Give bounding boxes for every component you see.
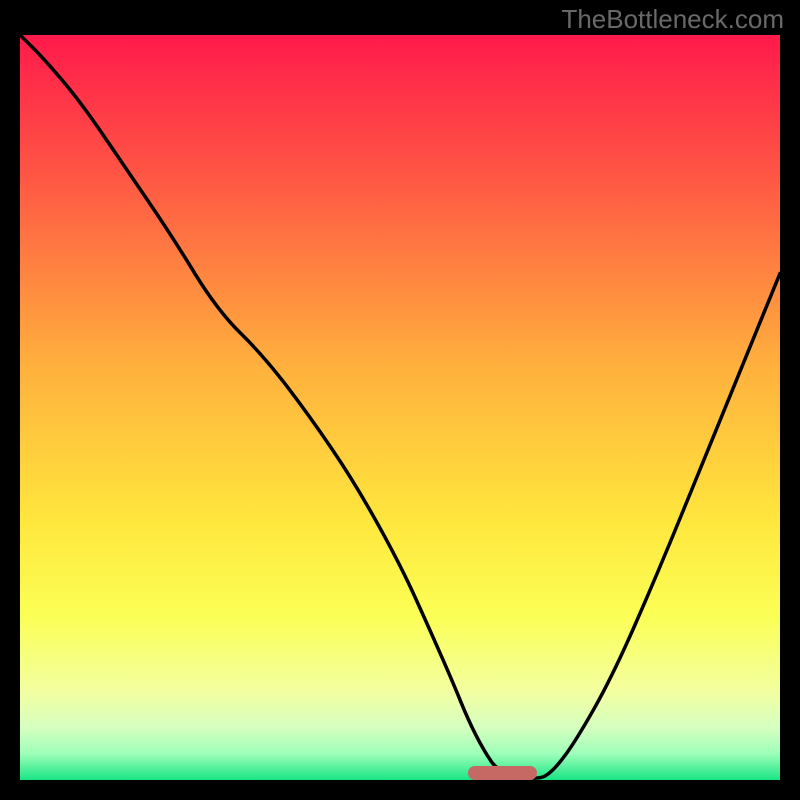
bottleneck-curve — [20, 35, 780, 780]
chart-container: TheBottleneck.com — [0, 0, 800, 800]
watermark-text: TheBottleneck.com — [561, 4, 784, 35]
plot-area — [20, 35, 780, 780]
optimal-range-marker — [468, 766, 536, 780]
